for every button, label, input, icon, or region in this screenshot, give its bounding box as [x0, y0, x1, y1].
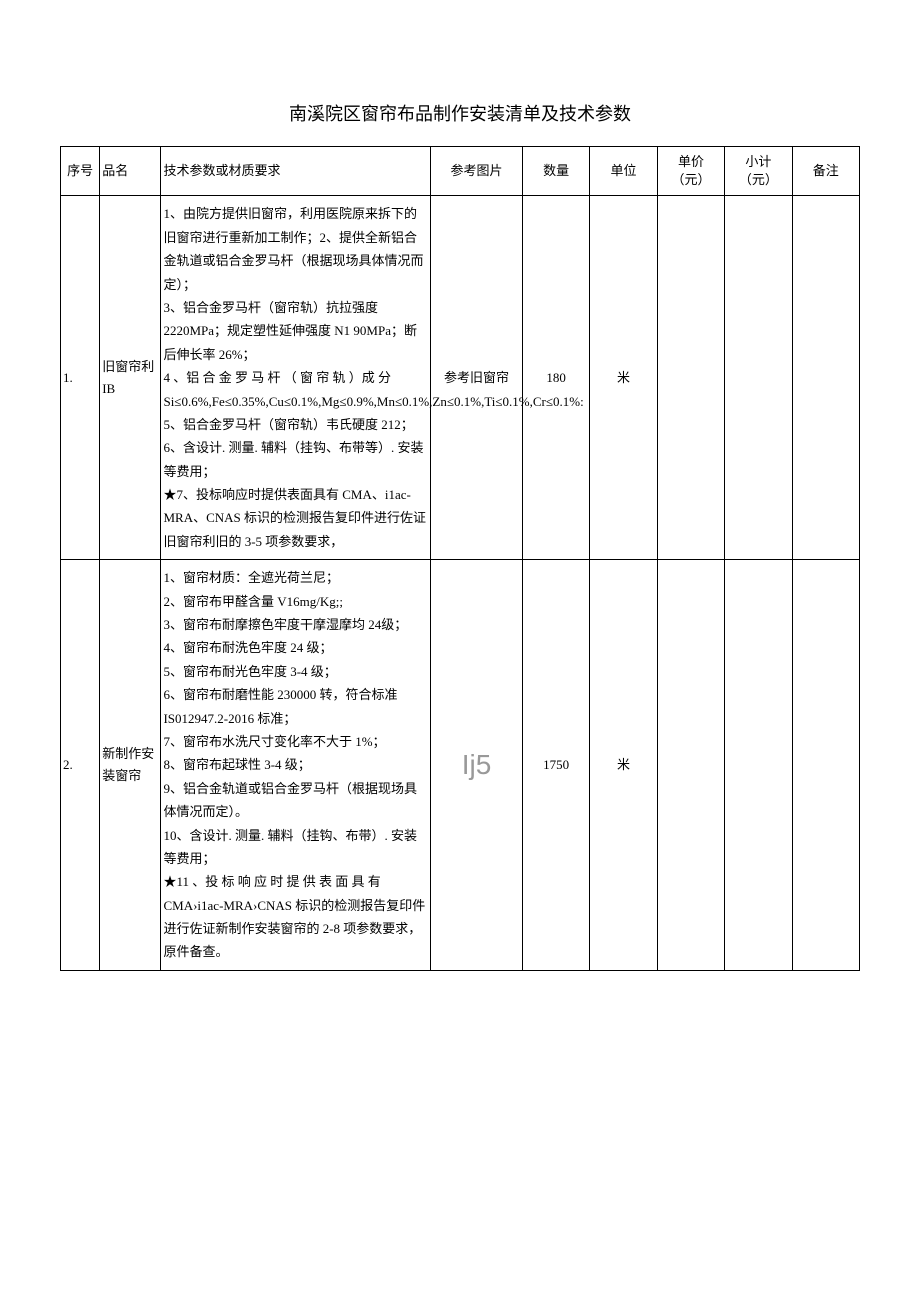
cell-subtotal [725, 196, 792, 560]
cell-qty: 180 [522, 196, 589, 560]
cell-name: 新制作安装窗帘 [100, 560, 161, 971]
cell-spec: 1、由院方提供旧窗帘，利用医院原来拆下的旧窗帘进行重新加工制作；2、提供全新铝合… [161, 196, 431, 560]
table-row: 2. 新制作安装窗帘 1、窗帘材质：全遮光荷兰尼；2、窗帘布甲醛含量 V16mg… [61, 560, 860, 971]
cell-seq: 1. [61, 196, 100, 560]
cell-name: 旧窗帘利IB [100, 196, 161, 560]
header-price: 单价 （元） [657, 147, 724, 196]
header-qty: 数量 [522, 147, 589, 196]
cell-remark [792, 196, 859, 560]
cell-unit: 米 [590, 196, 657, 560]
image-placeholder-icon: Ij5 [462, 749, 492, 780]
header-price-line2: （元） [671, 172, 710, 187]
cell-qty: 1750 [522, 560, 589, 971]
cell-unit: 米 [590, 560, 657, 971]
spec-table: 序号 品名 技术参数或材质要求 参考图片 数量 单位 单价 （元） 小计 （元）… [60, 146, 860, 971]
table-row: 1. 旧窗帘利IB 1、由院方提供旧窗帘，利用医院原来拆下的旧窗帘进行重新加工制… [61, 196, 860, 560]
cell-seq: 2. [61, 560, 100, 971]
table-header-row: 序号 品名 技术参数或材质要求 参考图片 数量 单位 单价 （元） 小计 （元）… [61, 147, 860, 196]
page-title: 南溪院区窗帘布品制作安装清单及技术参数 [60, 100, 860, 126]
cell-price [657, 560, 724, 971]
cell-spec: 1、窗帘材质：全遮光荷兰尼；2、窗帘布甲醛含量 V16mg/Kg;;3、窗帘布耐… [161, 560, 431, 971]
cell-subtotal [725, 560, 792, 971]
header-unit: 单位 [590, 147, 657, 196]
header-subtotal: 小计 （元） [725, 147, 792, 196]
header-spec: 技术参数或材质要求 [161, 147, 431, 196]
header-subtotal-line2: （元） [739, 172, 778, 187]
header-price-line1: 单价 [678, 154, 704, 169]
header-remark: 备注 [792, 147, 859, 196]
cell-img: 参考旧窗帘 [431, 196, 523, 560]
header-name: 品名 [100, 147, 161, 196]
cell-price [657, 196, 724, 560]
cell-remark [792, 560, 859, 971]
header-subtotal-line1: 小计 [745, 154, 771, 169]
header-img: 参考图片 [431, 147, 523, 196]
header-seq: 序号 [61, 147, 100, 196]
cell-img: Ij5 [431, 560, 523, 971]
